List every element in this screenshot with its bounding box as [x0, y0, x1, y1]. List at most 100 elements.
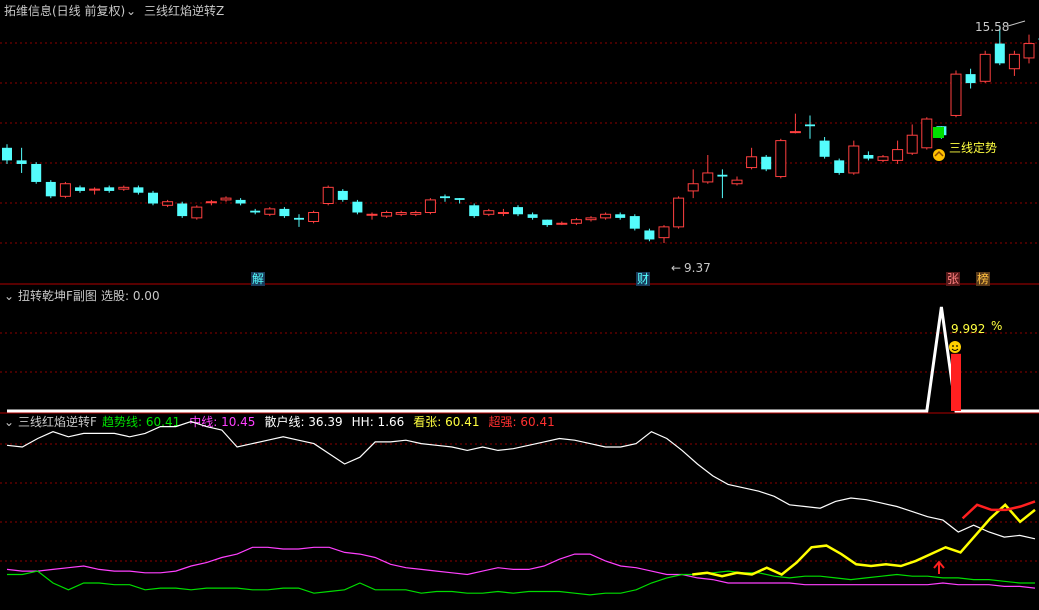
high-price-label: 15.58 — [975, 20, 1009, 34]
candle-up — [731, 179, 743, 185]
candle-up — [950, 73, 962, 116]
legend-item: 中线: 10.45 — [189, 414, 255, 429]
candle-down — [352, 201, 363, 213]
candle-down — [761, 156, 772, 170]
sub1-select-value: 选股: 0.00 — [101, 289, 160, 303]
candle-down — [834, 160, 845, 173]
candle-up — [191, 206, 203, 219]
candle-down — [629, 216, 640, 229]
sub2-line — [961, 500, 1036, 520]
legend-item: 超强: 60.41 — [489, 414, 555, 429]
candle-down — [250, 210, 261, 213]
main-indicator-name[interactable]: 三线红焰逆转Z — [144, 3, 224, 18]
sub1-select-line — [7, 306, 1039, 413]
sub1-title[interactable]: 扭转乾坤F副图 — [18, 288, 97, 303]
candle-up — [366, 213, 378, 216]
marker-zhang[interactable]: 张 — [947, 272, 959, 286]
candle-up — [89, 188, 101, 191]
candle-up — [497, 211, 509, 214]
candle-down — [644, 230, 655, 240]
candle-up — [322, 186, 334, 205]
candle-up — [395, 211, 407, 215]
marker-jie[interactable]: 解 — [252, 272, 264, 286]
chevron-down-icon[interactable]: ⌄ — [4, 289, 14, 303]
candle-down — [965, 74, 976, 84]
marker-cai[interactable]: 财 — [637, 272, 649, 286]
candle-up — [59, 183, 71, 197]
candle-up — [483, 210, 495, 215]
candle-up — [789, 131, 801, 134]
sub2-grid — [0, 443, 1039, 562]
candle-down — [235, 199, 246, 204]
smiley-eye-right — [956, 345, 958, 347]
candle-up — [381, 211, 393, 217]
candle-down — [337, 190, 348, 200]
candle-down — [177, 203, 188, 217]
candle-up — [906, 134, 918, 154]
candle-up — [775, 140, 787, 178]
candle-down — [31, 163, 42, 182]
candle-up — [410, 211, 422, 215]
signal-square — [933, 127, 944, 138]
candle-up — [687, 183, 699, 192]
candle-up — [746, 156, 758, 169]
candle-up — [921, 118, 933, 149]
sub2-title[interactable]: 三线红焰逆转F — [18, 414, 97, 429]
candle-down — [133, 187, 144, 193]
candle-up — [308, 211, 320, 222]
candle-up — [702, 172, 714, 183]
candle-down — [863, 154, 874, 159]
signal-label: 三线定势 — [949, 140, 997, 155]
candle-up — [118, 186, 130, 190]
candle-down — [513, 207, 523, 215]
candle-down — [2, 147, 12, 161]
candle-up — [1008, 53, 1020, 70]
candle-down — [717, 174, 728, 177]
low-price-label: 9.37 — [684, 261, 711, 275]
candle-down — [294, 217, 304, 220]
candle-down — [819, 140, 830, 157]
stock-chart[interactable]: 拓维信息(日线 前复权) ⌄ 三线红焰逆转Z 15.58 ← 9.37 三线定势… — [0, 0, 1039, 610]
candle-up — [658, 226, 670, 239]
candle-down — [454, 198, 465, 200]
candle-down — [440, 196, 450, 199]
candle-up — [848, 145, 860, 174]
low-arrow-icon: ← — [671, 261, 681, 275]
candle-down — [104, 187, 115, 191]
smiley-icon — [949, 341, 961, 353]
sub1-grid — [0, 332, 1039, 373]
candle-down — [615, 214, 626, 218]
candle-up — [264, 208, 276, 215]
sub1-value-label: 9.992 — [951, 322, 985, 336]
legend-item: HH: 1.66 — [352, 415, 405, 429]
candle-down — [279, 208, 290, 217]
candle-up — [979, 53, 991, 82]
candle-down — [527, 214, 538, 218]
sub2-series — [6, 420, 1036, 596]
candle-down — [45, 181, 56, 197]
sub1-percent-label: % — [991, 319, 1002, 333]
up-arrow-icon — [933, 560, 945, 574]
main-panel-title: 拓维信息(日线 前复权) — [4, 3, 125, 18]
candle-up — [1023, 43, 1035, 59]
candle-up — [424, 199, 436, 213]
candle-up — [877, 156, 889, 161]
candle-up — [162, 201, 174, 206]
candle-up — [600, 213, 612, 219]
candle-down — [469, 205, 480, 217]
candle-up — [585, 217, 597, 221]
candle-down — [75, 187, 85, 191]
candle-up — [205, 201, 217, 204]
chevron-down-icon[interactable]: ⌄ — [4, 415, 14, 429]
candle-up — [892, 149, 904, 161]
sub1-series — [7, 306, 1039, 413]
candle-up — [570, 219, 582, 224]
marker-bang[interactable]: 榜 — [977, 271, 989, 286]
smiley-eye-left — [952, 345, 954, 347]
signal-face-icon — [933, 149, 945, 161]
high-pointer-line — [1007, 20, 1026, 27]
candle-up — [673, 197, 685, 228]
chevron-down-icon[interactable]: ⌄ — [126, 4, 136, 18]
sub2-line — [6, 546, 1036, 589]
candle-down — [805, 124, 815, 127]
